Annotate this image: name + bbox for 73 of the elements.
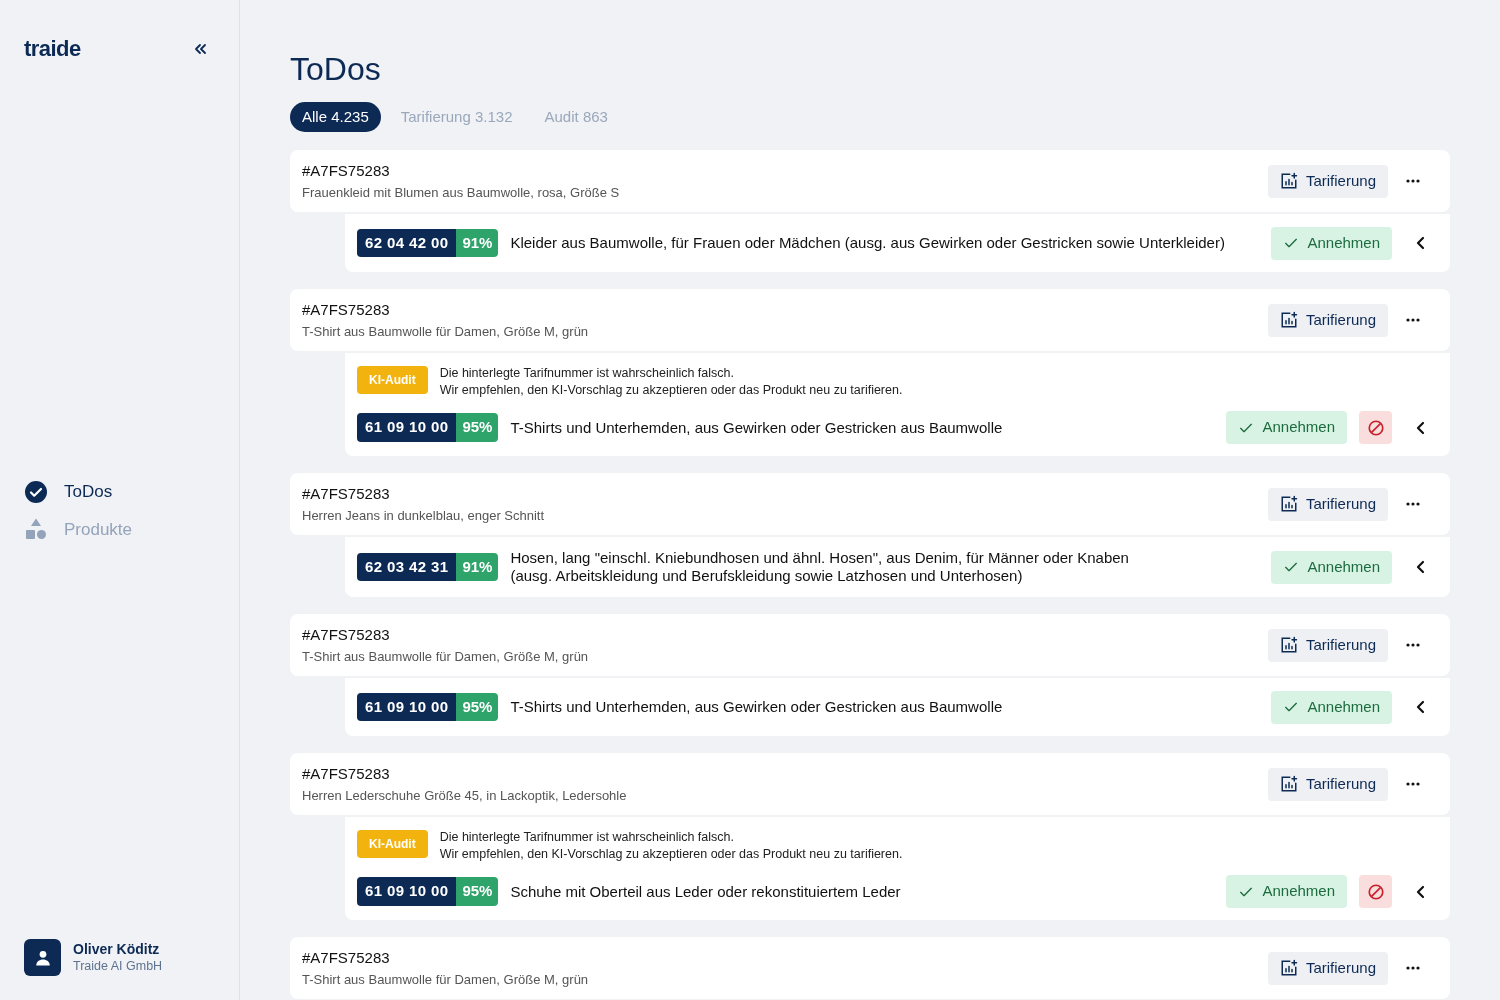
- chevron-left-icon: [1415, 884, 1427, 899]
- more-icon: [1406, 782, 1420, 786]
- accept-button[interactable]: Annehmen: [1226, 875, 1347, 908]
- more-icon: [1406, 318, 1420, 322]
- reject-button[interactable]: [1359, 875, 1392, 908]
- product-id: #A7FS75283: [302, 161, 391, 181]
- product-id: #A7FS75283: [302, 948, 391, 968]
- product-id: #A7FS75283: [302, 625, 391, 645]
- accept-button[interactable]: Annehmen: [1271, 550, 1392, 584]
- confidence-score: 95%: [456, 413, 499, 442]
- tariff-description: Schuhe mit Oberteil aus Leder oder rekonstituiertem Leder: [510, 882, 902, 901]
- prohibited-icon: [1366, 882, 1385, 901]
- tariff-code: 61 09 10 00: [357, 413, 457, 442]
- nav-item[interactable]: ToDos: [24, 479, 215, 505]
- product-description: T-Shirt aus Baumwolle für Damen, Größe M, grün: [302, 322, 590, 341]
- audit-badge: KI-Audit: [357, 830, 428, 858]
- confidence-score: 95%: [456, 877, 499, 906]
- page-title: ToDos: [290, 50, 382, 88]
- confidence-score: 91%: [456, 552, 499, 582]
- chart-plus-icon: [1279, 959, 1298, 977]
- more-icon: [1406, 643, 1420, 647]
- audit-message: Die hinterlegte Tarifnummer ist wahrscheinlich falsch. Wir empfehlen, den KI-Vorschlag zu akzeptieren oder das Produkt neu zu tarifieren.: [439, 365, 903, 399]
- user-name: Oliver Köditz: [73, 940, 161, 958]
- reject-button[interactable]: [1359, 411, 1392, 444]
- logo: traide: [24, 35, 81, 63]
- tariff-description: Hosen, lang "einschl. Kniebundhosen und ähnl. Hosen", aus Denim, für Männer oder Knaben (ausg. Arbeitskleidung und Berufskleidung sowie Latzhosen und Unterhosen): [510, 549, 1130, 585]
- company-name: Traide AI GmbH: [73, 957, 163, 975]
- product-description: Herren Jeans in dunkelblau, enger Schnitt: [302, 506, 546, 525]
- check-circle-icon: [24, 479, 48, 504]
- tariff-code: 62 03 42 31: [357, 552, 457, 582]
- audit-message: Die hinterlegte Tarifnummer ist wahrscheinlich falsch. Wir empfehlen, den KI-Vorschlag zu akzeptieren oder das Produkt neu zu tarifieren.: [439, 829, 903, 863]
- tariff-button[interactable]: Tarifierung: [1267, 164, 1388, 198]
- product-description: T-Shirt aus Baumwolle für Damen, Größe M, grün: [302, 647, 590, 666]
- confidence-score: 95%: [456, 692, 499, 722]
- tariff-description: Kleider aus Baumwolle, für Frauen oder Mädchen (ausg. aus Gewirken oder Gestricken sowie Unterkleider): [510, 234, 1226, 252]
- accept-button[interactable]: Annehmen: [1271, 226, 1392, 260]
- filter-tab[interactable]: Alle 4.235: [290, 102, 381, 132]
- chart-plus-icon: [1279, 775, 1298, 793]
- product-id: #A7FS75283: [302, 300, 391, 320]
- tariff-description: T-Shirts und Unterhemden, aus Gewirken oder Gestricken aus Baumwolle: [510, 698, 1004, 716]
- chevron-left-icon: [1415, 236, 1427, 250]
- chart-plus-icon: [1279, 172, 1298, 190]
- tariff-button[interactable]: Tarifierung: [1267, 767, 1388, 801]
- accept-button[interactable]: Annehmen: [1271, 690, 1392, 724]
- chart-plus-icon: [1279, 311, 1298, 329]
- tariff-code: 61 09 10 00: [357, 692, 457, 722]
- chevron-left-icon: [1415, 560, 1427, 574]
- double-chevron-left-icon: [193, 41, 207, 56]
- product-description: Herren Lederschuhe Größe 45, in Lackoptik, Ledersohle: [302, 786, 628, 805]
- tariff-button[interactable]: Tarifierung: [1267, 628, 1388, 662]
- shapes-icon: [24, 517, 48, 542]
- tariff-code: 61 09 10 00: [357, 877, 457, 906]
- product-description: Frauenkleid mit Blumen aus Baumwolle, rosa, Größe S: [302, 183, 621, 202]
- person-icon: [33, 948, 52, 967]
- audit-badge: KI-Audit: [357, 366, 428, 394]
- tariff-code: 62 04 42 00: [357, 228, 457, 258]
- product-id: #A7FS75283: [302, 764, 391, 784]
- chevron-left-icon: [1415, 700, 1427, 714]
- product-description: T-Shirt aus Baumwolle für Damen, Größe M, grün: [302, 970, 590, 989]
- accept-button[interactable]: Annehmen: [1226, 411, 1347, 444]
- tariff-description: T-Shirts und Unterhemden, aus Gewirken oder Gestricken aus Baumwolle: [510, 418, 1004, 437]
- tariff-button[interactable]: Tarifierung: [1267, 951, 1388, 985]
- more-icon: [1406, 966, 1420, 970]
- more-icon: [1406, 502, 1420, 506]
- tariff-button[interactable]: Tarifierung: [1267, 487, 1388, 521]
- product-id: #A7FS75283: [302, 484, 391, 504]
- chart-plus-icon: [1279, 636, 1298, 654]
- chevron-left-icon: [1415, 420, 1427, 435]
- tariff-button[interactable]: Tarifierung: [1267, 303, 1388, 337]
- chart-plus-icon: [1279, 495, 1298, 513]
- prohibited-icon: [1366, 418, 1385, 437]
- more-icon: [1406, 179, 1420, 183]
- confidence-score: 91%: [456, 228, 499, 258]
